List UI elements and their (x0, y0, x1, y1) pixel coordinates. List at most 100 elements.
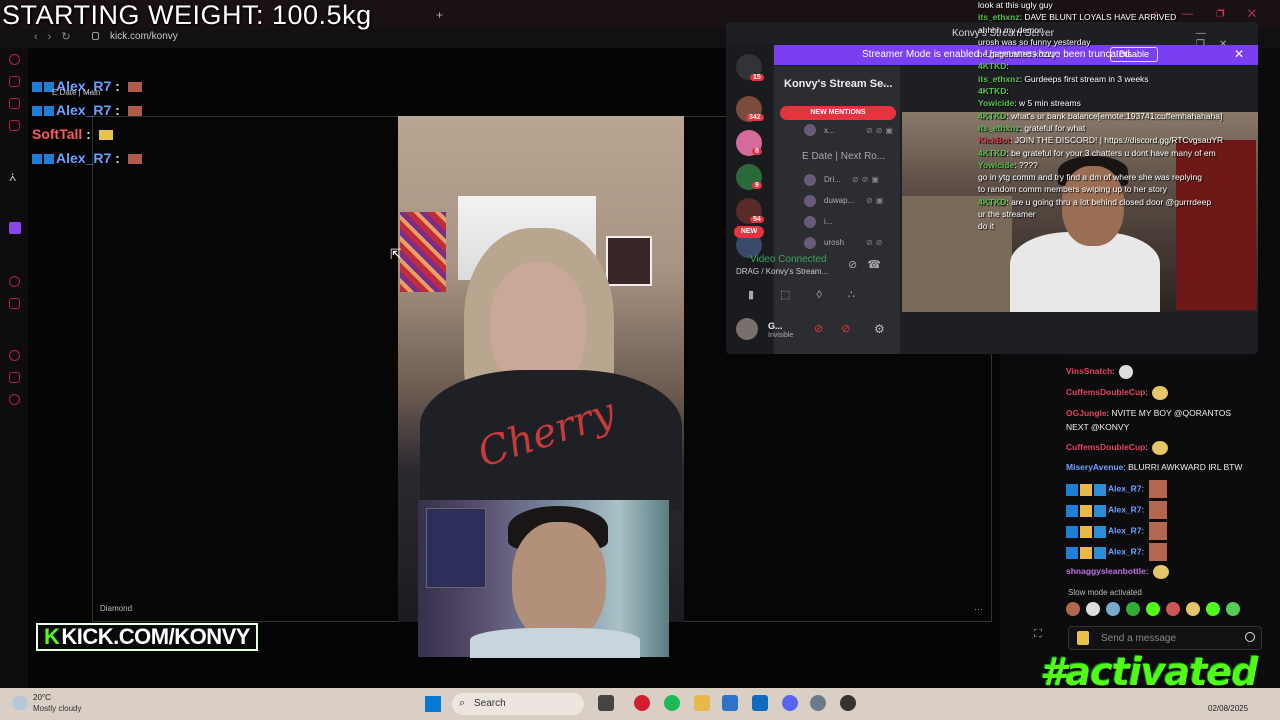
emote-icon[interactable] (1166, 602, 1180, 616)
emote-bar[interactable] (1066, 602, 1266, 620)
server-badge: 8 (752, 148, 762, 155)
emote-icon[interactable] (1206, 602, 1220, 616)
server-badge: 342 (746, 114, 764, 121)
taskbar-search[interactable]: ⌕ Search (452, 693, 584, 715)
mouse-cursor-icon: ⇱ (390, 246, 402, 262)
current-user-status: Invisible (768, 332, 794, 339)
trophy-icon[interactable] (1077, 631, 1089, 645)
voice-controls[interactable]: ▮⬚◊∴ (748, 288, 881, 301)
weather-condition: Mostly cloudy (33, 704, 82, 713)
sidebar-play-icon[interactable] (9, 298, 20, 309)
badge-icon (32, 154, 42, 165)
emote-icon (127, 154, 142, 165)
search-label: Search (474, 698, 506, 709)
sidebar-share-icon[interactable] (9, 372, 20, 383)
search-icon: ⌕ (459, 697, 466, 709)
expand-icon[interactable]: ⛶ (1034, 628, 1042, 641)
voice-user[interactable]: urosh (824, 238, 844, 247)
widgets-icon[interactable] (598, 695, 614, 711)
windows-start-icon[interactable] (425, 696, 441, 712)
opera-icon[interactable] (634, 695, 650, 711)
chat-username[interactable]: CuffemsDoubleCup (1066, 442, 1145, 452)
chat-username[interactable]: Alex_R7 (1108, 525, 1142, 535)
sidebar-following-icon[interactable] (9, 98, 20, 109)
chat-username[interactable]: Alex_R7 (1108, 546, 1142, 556)
chat-text: JOIN THE DISCORD! | https://discord.gg/R… (1014, 135, 1224, 146)
spotify-icon[interactable] (664, 695, 680, 711)
sidebar-settings-icon[interactable] (9, 394, 20, 405)
outlook-icon[interactable] (752, 695, 768, 711)
mute-deafen-icons[interactable]: ⊘⊘ (814, 322, 868, 335)
lock-icon (92, 32, 99, 40)
chat-username: its_ethxnz (978, 122, 1020, 133)
new-servers-pill[interactable]: NEW (734, 226, 764, 238)
settings-icon[interactable] (810, 695, 826, 711)
chat-username[interactable]: CuffemsDoubleCup (1066, 387, 1145, 397)
chat-message: shnaggysleanbottle: (1066, 564, 1169, 579)
user-avatar (804, 174, 816, 186)
overlay-chat-message: its_ethxnz: Gurdeeps first stream in 3 w… (978, 73, 1149, 84)
emote-icon[interactable] (1146, 602, 1160, 616)
chat-username[interactable]: VinsSnatch (1066, 366, 1112, 376)
badge-icon (32, 106, 42, 117)
video-connected-status: Video Connected (750, 254, 827, 265)
emoji-icon[interactable] (1245, 632, 1255, 642)
taskbar-date: 02/08/2025 (1208, 704, 1249, 713)
windows-taskbar: 20°C Mostly cloudy ⌕ Search 02/08/2025 (0, 688, 1280, 720)
emote-icon[interactable] (1186, 602, 1200, 616)
url-field[interactable]: kick.com/konvy (110, 31, 178, 42)
voice-user[interactable]: x... (824, 126, 835, 135)
overlay-chat-message: its_ethxnz: DAVE BLUNT LOYALS HAVE ARRIV… (978, 12, 1177, 23)
sidebar-twitch-icon[interactable] (9, 222, 21, 234)
new-tab-icon[interactable]: + (436, 8, 443, 22)
emote-icon[interactable] (1106, 602, 1120, 616)
overlay-chat-message: he gagebaited kozzy (978, 49, 1278, 61)
badge-icon (1094, 546, 1106, 559)
folder-icon[interactable] (694, 695, 710, 711)
server-name[interactable]: Konvy's Stream Se... (784, 78, 892, 90)
slow-mode-notice: Slow mode activated (1068, 588, 1142, 597)
disconnect-icon[interactable]: ⊘☎ (848, 258, 891, 271)
store-icon[interactable] (722, 695, 738, 711)
server-badge: 9 (752, 182, 762, 189)
badge-icon (44, 106, 54, 117)
voice-user[interactable]: duwap... (824, 196, 854, 205)
gear-icon[interactable]: ⚙ (874, 322, 885, 336)
sidebar-kick-icon[interactable]: ⩑ (9, 170, 16, 185)
sidebar-clips-icon[interactable] (9, 120, 20, 131)
new-mentions-pill[interactable]: NEW MENTIONS (780, 106, 896, 120)
sidebar-home-icon[interactable] (9, 54, 20, 65)
emote-icon (98, 130, 113, 141)
weather-icon[interactable] (12, 696, 28, 710)
more-options-icon[interactable]: ⋯ (974, 604, 983, 615)
chat-username: Yowicide (978, 159, 1015, 170)
chat-text: ur the streamer (978, 209, 1036, 220)
overlay-chat-message: 4KTKD: what's ur bank balance[emote:1937… (978, 110, 1223, 121)
face-emote-icon (1149, 480, 1168, 498)
sidebar-live-icon[interactable] (9, 276, 20, 287)
voice-channel-path: DRAG / Konvy's Stream... (736, 267, 829, 276)
chat-input[interactable]: Send a message (1068, 626, 1262, 650)
voice-user[interactable]: Dri... (824, 175, 841, 184)
voice-channel[interactable]: E Date | Next Ro... (802, 151, 885, 162)
nav-buttons[interactable]: ‹›↻ (34, 30, 81, 43)
emote-icon[interactable] (1126, 602, 1140, 616)
emote-icon[interactable] (1086, 602, 1100, 616)
kick-k-icon: K (44, 624, 60, 649)
chat-username[interactable]: Alex_R7 (1108, 483, 1142, 493)
discord-icon[interactable] (782, 695, 798, 711)
user-avatar[interactable] (736, 318, 758, 340)
overlay-chat-message: Yowicide: ???? (978, 159, 1038, 170)
sidebar-browse-icon[interactable] (9, 76, 20, 87)
discord-overlay-chat: look at this ugly guy its_ethxnz: DAVE BL… (978, 0, 1278, 234)
emote-icon[interactable] (1226, 602, 1240, 616)
chat-username[interactable]: MiseryAvenue (1066, 462, 1123, 472)
chat-username[interactable]: OGJungle (1066, 408, 1107, 418)
obs-icon[interactable] (840, 695, 856, 711)
sidebar-history-icon[interactable] (9, 350, 20, 361)
chat-username[interactable]: Alex_R7 (1108, 504, 1142, 514)
emote-icon[interactable] (1066, 602, 1080, 616)
chevron-down-icon[interactable]: ⌄ (880, 78, 888, 89)
chat-username[interactable]: shnaggysleanbottle (1066, 566, 1146, 576)
voice-user[interactable]: i... (824, 217, 832, 226)
